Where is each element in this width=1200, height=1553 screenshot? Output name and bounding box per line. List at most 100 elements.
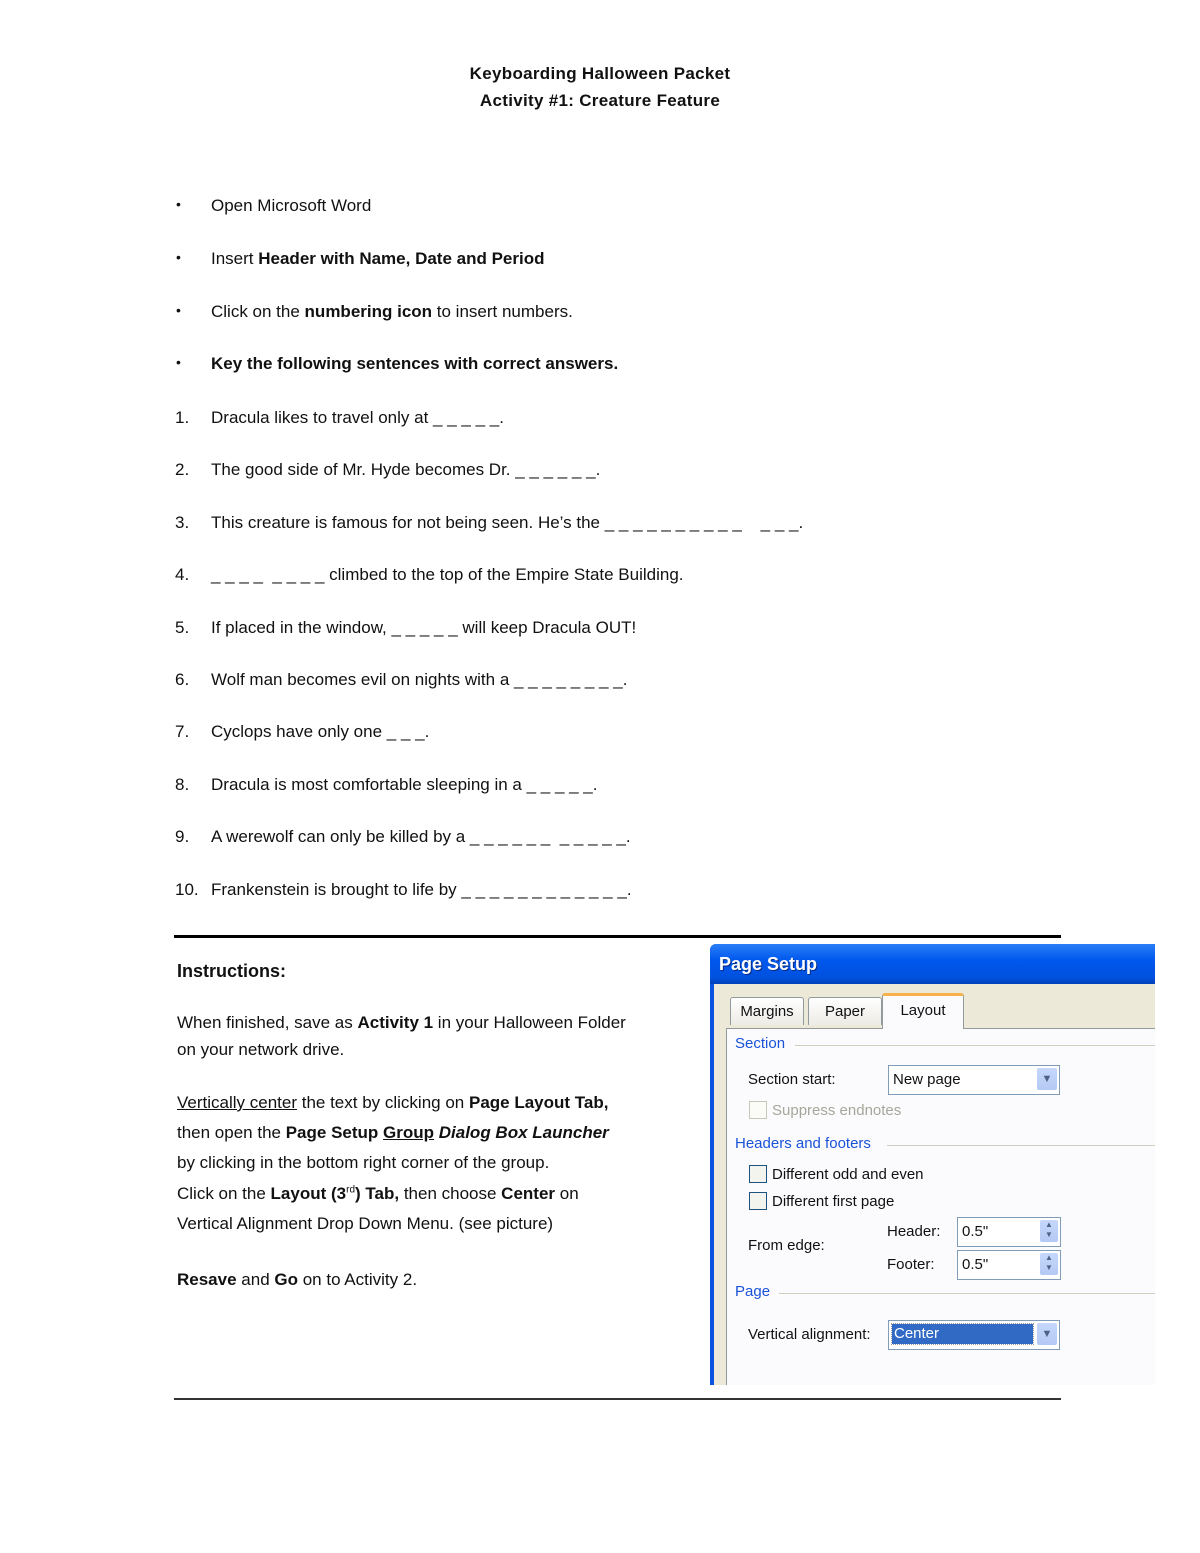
- divider-top: [174, 935, 1061, 938]
- spin-arrows-icon[interactable]: ▲ ▼: [1040, 1220, 1058, 1242]
- text: to insert numbers.: [432, 302, 573, 321]
- superscript: rd: [346, 1184, 356, 1196]
- instruction-layout-tab: Click on the Layout (3rd) Tab, then choo…: [177, 1184, 579, 1204]
- chevron-down-icon[interactable]: ▼: [1037, 1068, 1057, 1090]
- different-first-page-checkbox[interactable]: [749, 1192, 767, 1210]
- vertical-alignment-select[interactable]: Center ▼: [888, 1320, 1060, 1350]
- footer-label: Footer:: [887, 1256, 935, 1273]
- bullet-icon: •: [176, 302, 181, 318]
- text: then open the: [177, 1123, 286, 1142]
- vertical-alignment-value: Center: [891, 1323, 1034, 1345]
- question-number: 10.: [175, 879, 199, 899]
- question-number: 1.: [175, 408, 190, 427]
- section-start-label: Section start:: [748, 1071, 836, 1088]
- dialog-title: Page Setup: [719, 954, 818, 974]
- divider: [887, 1145, 1155, 1146]
- bullet-text: Open Microsoft Word: [211, 196, 371, 216]
- question-text: This creature is famous for not being se…: [211, 512, 804, 532]
- spin-arrows-icon[interactable]: ▲ ▼: [1040, 1253, 1058, 1275]
- dialog-body: Margins Paper Layout Section Section sta…: [714, 984, 1155, 1385]
- divider: [795, 1045, 1155, 1046]
- text: Insert: [211, 249, 259, 268]
- chevron-down-icon[interactable]: ▼: [1037, 1323, 1057, 1345]
- tab-margins[interactable]: Margins: [730, 997, 804, 1025]
- underlined-bold-text: Group: [383, 1123, 435, 1142]
- text: Click on the: [177, 1184, 271, 1203]
- instruction-vertical-center: Vertically center the text by clicking o…: [177, 1093, 608, 1113]
- bold-text: Resave: [177, 1270, 237, 1289]
- instruction-open-dialog: then open the Page Setup Group Dialog Bo…: [177, 1123, 609, 1143]
- activity-title: Activity #1: Creature Feature: [479, 91, 721, 110]
- instructions-heading: Instructions:: [177, 961, 287, 981]
- instruction-save-line2: on your network drive.: [177, 1040, 345, 1059]
- question-text: A werewolf can only be killed by a _ _ _…: [211, 827, 631, 847]
- instruction-vertical-menu: Vertical Alignment Drop Down Menu. (see …: [177, 1214, 554, 1233]
- header-label: Header:: [887, 1223, 941, 1240]
- question-text: Wolf man becomes evil on nights with a _…: [211, 670, 628, 689]
- question-number: 6.: [175, 670, 190, 689]
- bold-text: Page Setup: [285, 1123, 384, 1142]
- question-text: If placed in the window, _ _ _ _ _ will …: [211, 617, 637, 637]
- headers-footers-group-label: Headers and footers: [735, 1135, 871, 1152]
- layout-tab-panel: Section Section start: New page ▼ Suppre…: [726, 1028, 1155, 1385]
- bold-text: ) Tab,: [355, 1184, 400, 1203]
- question-text: The good side of Mr. Hyde becomes Dr. _ …: [211, 460, 601, 480]
- question-number: 5.: [175, 617, 190, 637]
- question-text: Dracula is most comfortable sleeping in …: [211, 774, 598, 794]
- bullet-icon: •: [176, 196, 181, 212]
- text: in your Halloween Folder: [433, 1013, 626, 1032]
- bold-text: Key the following sentences with correct…: [211, 354, 619, 373]
- different-odd-even-label: Different odd and even: [772, 1166, 924, 1183]
- question-text: Cyclops have only one _ _ _.: [211, 722, 430, 742]
- header-distance-input[interactable]: 0.5" ▲ ▼: [957, 1217, 1061, 1247]
- bold-text: Center: [501, 1184, 556, 1203]
- bold-text: numbering icon: [304, 302, 433, 321]
- bullet-icon: •: [176, 249, 181, 265]
- tab-layout[interactable]: Layout: [882, 993, 964, 1029]
- text: on: [555, 1184, 579, 1203]
- footer-distance-value: 0.5": [962, 1256, 989, 1273]
- question-number: 9.: [175, 827, 190, 847]
- italic-bold-text: Dialog Box Launcher: [434, 1123, 609, 1142]
- document-title: Keyboarding Halloween Packet: [469, 64, 731, 83]
- vertical-alignment-label: Vertical alignment:: [748, 1326, 871, 1343]
- underlined-text: Vertically center: [177, 1093, 297, 1112]
- footer-distance-input[interactable]: 0.5" ▲ ▼: [957, 1250, 1061, 1280]
- bullet-icon: •: [176, 354, 181, 370]
- text: and: [236, 1270, 275, 1289]
- different-odd-even-checkbox[interactable]: [749, 1165, 767, 1183]
- bold-text: Header with Name, Date and Period: [258, 249, 545, 268]
- divider-bottom: [174, 1398, 1061, 1400]
- question-text: Frankenstein is brought to life by _ _ _…: [211, 879, 632, 899]
- question-number: 3.: [175, 512, 190, 532]
- text: Click on the: [211, 302, 305, 321]
- header-distance-value: 0.5": [962, 1223, 989, 1240]
- bullet-text: Key the following sentences with correct…: [211, 354, 618, 374]
- divider: [779, 1293, 1155, 1294]
- tab-paper[interactable]: Paper: [808, 997, 882, 1025]
- section-start-select[interactable]: New page ▼: [888, 1065, 1060, 1095]
- question-number: 7.: [175, 722, 190, 742]
- bullet-text: Click on the numbering icon to insert nu…: [211, 302, 573, 322]
- bold-text: Layout (3: [270, 1184, 347, 1203]
- text: Open Microsoft Word: [211, 196, 372, 215]
- question-number: 2.: [175, 460, 190, 480]
- suppress-endnotes-checkbox[interactable]: [749, 1101, 767, 1119]
- text: When finished, save as: [177, 1013, 358, 1032]
- page-setup-dialog: Page Setup Margins Paper Layout Section …: [710, 944, 1155, 1385]
- suppress-endnotes-label: Suppress endnotes: [772, 1102, 902, 1119]
- different-first-page-label: Different first page: [772, 1193, 895, 1210]
- bold-text: Go: [274, 1270, 298, 1289]
- instruction-corner: by clicking in the bottom right corner o…: [177, 1153, 550, 1172]
- bullet-text: Insert Header with Name, Date and Period: [211, 249, 545, 269]
- text: then choose: [399, 1184, 502, 1203]
- section-group-label: Section: [735, 1035, 786, 1052]
- question-text: _ _ _ _ _ _ _ _ climbed to the top of th…: [211, 565, 684, 585]
- page-group-label: Page: [735, 1283, 771, 1300]
- instruction-resave: Resave and Go on to Activity 2.: [177, 1270, 417, 1290]
- text: on to Activity 2.: [297, 1270, 418, 1289]
- from-edge-label: From edge:: [748, 1237, 825, 1254]
- dialog-titlebar[interactable]: Page Setup: [710, 944, 1155, 984]
- question-number: 4.: [175, 565, 190, 585]
- question-text: Dracula likes to travel only at _ _ _ _ …: [211, 408, 504, 427]
